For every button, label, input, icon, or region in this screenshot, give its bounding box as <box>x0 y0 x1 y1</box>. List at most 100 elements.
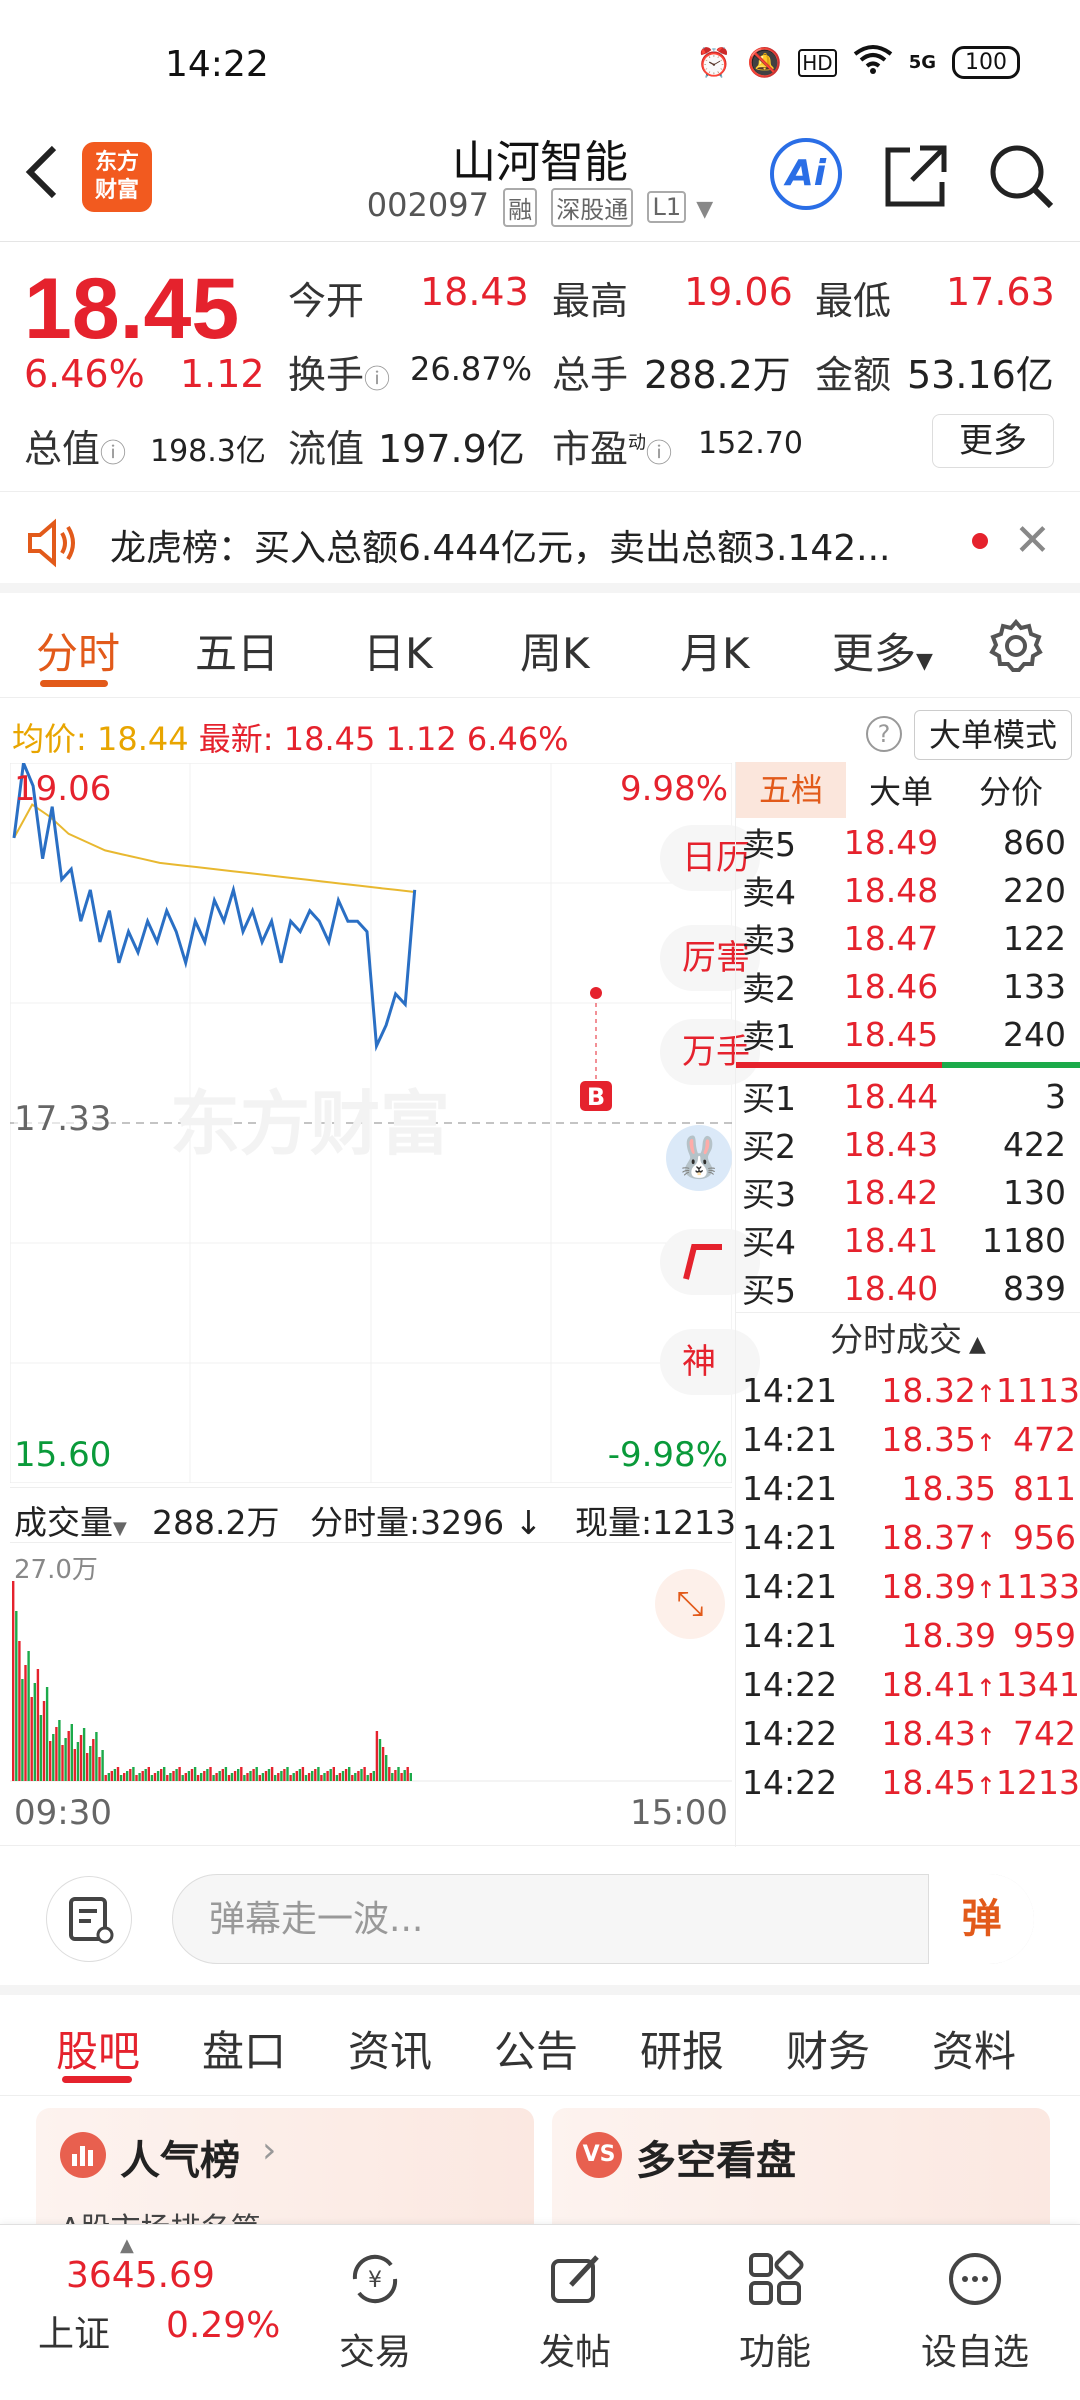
bid-row[interactable]: 买2 18.43 422 <box>736 1120 1080 1168</box>
volume-bar <box>267 1769 271 1781</box>
nav-trade[interactable]: ¥ 交易 <box>310 2249 440 2375</box>
nav-post[interactable]: 发帖 <box>510 2249 640 2375</box>
ask-row[interactable]: 卖2 18.46 133 <box>736 962 1080 1010</box>
total-value: 198.3亿 <box>150 434 266 469</box>
bid-row[interactable]: 买1 18.44 3 <box>736 1072 1080 1120</box>
bid-qty: 130 <box>1003 1172 1066 1212</box>
tab-weekly-k[interactable]: 周K <box>520 620 590 681</box>
volume-bar <box>388 1767 391 1781</box>
ask-qty: 122 <box>1003 918 1066 958</box>
more-button[interactable]: 更多 <box>932 414 1054 468</box>
trade-direction-icon: ↑ <box>975 1723 996 1751</box>
trades-header[interactable]: 分时成交 ▲ <box>736 1312 1080 1366</box>
volume-bar <box>15 1611 18 1781</box>
nav-add-watchlist[interactable]: 设自选 <box>910 2249 1040 2375</box>
dropdown-icon[interactable]: ▼ <box>696 197 713 222</box>
trade-direction-icon: ↑ <box>975 1527 996 1555</box>
tab-finance[interactable]: 财务 <box>786 2018 870 2079</box>
bull-bear-card[interactable]: VS 多空看盘 <box>552 2108 1050 2224</box>
tab-monthly-k[interactable]: 月K <box>680 620 750 681</box>
volume-bar <box>187 1771 191 1781</box>
close-icon[interactable]: ✕ <box>1014 515 1051 566</box>
volume-bar <box>123 1773 126 1781</box>
tab-more[interactable]: 更多▼ <box>832 620 933 681</box>
danmu-send-button[interactable]: 弹 <box>928 1874 1034 1964</box>
volume-chart[interactable]: 27.0万 ⤡ 09:30 15:00 <box>10 1545 732 1833</box>
tab-intraday[interactable]: 分时 <box>36 620 120 681</box>
volume-bar <box>264 1771 268 1781</box>
volume-bar <box>193 1767 197 1781</box>
bid-row[interactable]: 买5 18.40 839 <box>736 1264 1080 1312</box>
dragon-tiger-banner[interactable]: 龙虎榜：买入总额6.444亿元，卖出总额3.142... ✕ <box>0 493 1080 593</box>
tab-big-order[interactable]: 大单 <box>846 767 956 813</box>
trades-list: 14:21 18.32↑ 1113 14:21 18.35↑ 472 14:21 18.35 8… <box>736 1366 1080 1807</box>
big-order-mode-button[interactable]: 大单模式 <box>914 710 1072 760</box>
tab-announcements[interactable]: 公告 <box>494 2018 578 2079</box>
pe-field: 市盈动ⓘ <box>552 427 673 471</box>
trade-time: 14:22 <box>742 1665 838 1704</box>
bid-row[interactable]: 买3 18.42 130 <box>736 1168 1080 1216</box>
ask-label: 卖1 <box>742 1017 796 1056</box>
popularity-card[interactable]: 人气榜 › A股市场排名第 <box>36 2108 534 2224</box>
popularity-icon <box>60 2132 106 2178</box>
tab-profile[interactable]: 资料 <box>932 2018 1016 2079</box>
volume-value: 288.2万 <box>644 353 791 397</box>
ask-label: 卖4 <box>742 873 796 912</box>
volume-bar <box>129 1769 132 1781</box>
settings-icon[interactable] <box>988 618 1044 678</box>
volume-bar <box>196 1775 200 1781</box>
volume-total: 288.2万 <box>152 1503 280 1542</box>
trade-row: 14:21 18.37↑ 956 <box>736 1513 1080 1562</box>
help-icon[interactable]: ? <box>866 716 902 752</box>
ask-row[interactable]: 卖1 18.45 240 <box>736 1010 1080 1058</box>
trade-time: 14:21 <box>742 1420 838 1459</box>
ask-row[interactable]: 卖5 18.49 860 <box>736 818 1080 866</box>
danmu-settings-icon[interactable] <box>46 1876 132 1962</box>
vs-icon: VS <box>576 2132 622 2178</box>
volume-bar <box>160 1769 163 1781</box>
tab-forum[interactable]: 股吧 <box>56 2018 140 2079</box>
bid-label: 买5 <box>742 1271 796 1310</box>
info-icon[interactable]: ⓘ <box>364 365 390 395</box>
volume-bar <box>329 1769 332 1781</box>
trade-qty: 742 <box>1013 1714 1076 1753</box>
volume-bar <box>76 1742 80 1781</box>
bid-ask-ratio-bar <box>736 1062 1080 1068</box>
mascot-icon[interactable]: 🐰 <box>666 1125 732 1191</box>
tab-daily-k[interactable]: 日K <box>363 620 433 681</box>
tab-order-panel[interactable]: 盘口 <box>202 2018 286 2079</box>
ask-row[interactable]: 卖4 18.48 220 <box>736 866 1080 914</box>
tab-five-day[interactable]: 五日 <box>195 620 279 681</box>
tab-five-level[interactable]: 五档 <box>736 762 846 818</box>
info-icon[interactable]: ⓘ <box>100 439 126 469</box>
tab-research[interactable]: 研报 <box>640 2018 724 2079</box>
danmu-input[interactable]: 弹幕走一波... <box>172 1874 1034 1964</box>
trade-icon: ¥ <box>345 2249 405 2309</box>
share-icon[interactable] <box>880 140 952 212</box>
ai-button[interactable]: Ai <box>770 138 842 210</box>
volume-bar <box>270 1767 274 1781</box>
intraday-chart[interactable]: 东方财富 B 19.06 9.98% 17.33 15.60 -9.98% 日历… <box>9 757 760 1484</box>
volume-selector[interactable]: 成交量▼ <box>14 1496 127 1544</box>
trade-row: 14:21 18.32↑ 1113 <box>736 1366 1080 1415</box>
volume-bar <box>354 1773 357 1781</box>
tab-price-distribution[interactable]: 分价 <box>956 767 1066 813</box>
volume-bar <box>104 1775 107 1781</box>
info-icon[interactable]: ⓘ <box>646 439 672 469</box>
svg-text:B: B <box>587 1083 605 1111</box>
alarm-icon: ⏰ <box>696 46 732 79</box>
nav-functions[interactable]: 功能 <box>710 2249 840 2375</box>
current-volume: 现量:1213 <box>575 1503 737 1542</box>
expand-icon[interactable]: ⤡ <box>655 1569 725 1639</box>
wifi-icon <box>853 44 893 81</box>
index-widget[interactable]: ▲ 3645.69 上证 0.29% <box>24 2235 280 2385</box>
chevron-right-icon: › <box>262 2130 277 2171</box>
index-value: 3645.69 <box>66 2255 215 2296</box>
bid-qty: 3 <box>1045 1076 1066 1116</box>
search-icon[interactable] <box>985 140 1057 212</box>
avg-value: 18.44 <box>96 720 189 758</box>
ask-row[interactable]: 卖3 18.47 122 <box>736 914 1080 962</box>
chart-high-pct: 9.98% <box>619 769 728 809</box>
tab-news[interactable]: 资讯 <box>348 2018 432 2079</box>
bid-row[interactable]: 买4 18.41 1180 <box>736 1216 1080 1264</box>
